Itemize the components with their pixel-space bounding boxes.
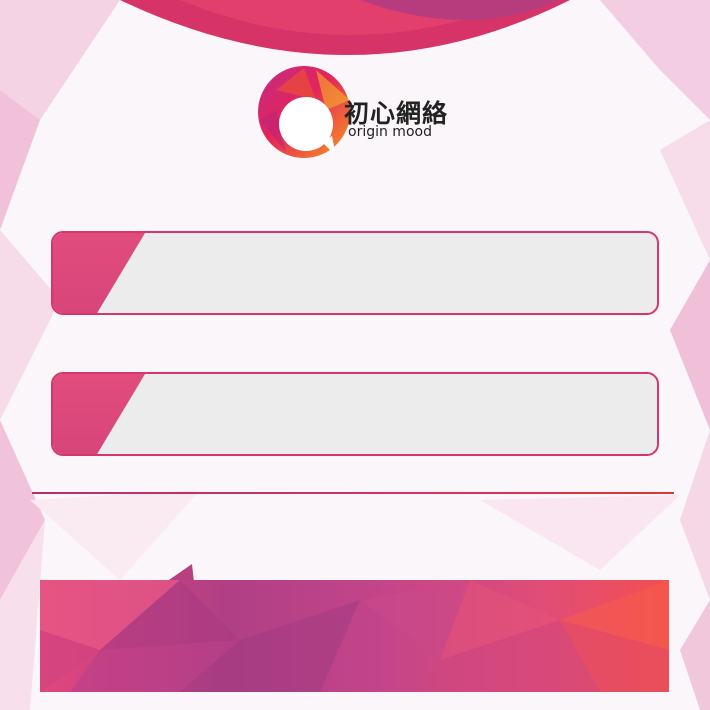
form-divider xyxy=(32,492,674,494)
speech-bubble-logo-icon xyxy=(258,66,350,158)
login-card: 初心網絡 origin mood xyxy=(0,0,710,710)
username-field-tab xyxy=(53,233,145,313)
password-field-tab xyxy=(53,374,145,454)
login-screen: 初心網絡 origin mood xyxy=(0,0,710,710)
username-field[interactable] xyxy=(51,231,659,315)
username-input[interactable] xyxy=(153,233,643,313)
login-button-label xyxy=(40,580,669,692)
brand-logo: 初心網絡 origin mood xyxy=(256,58,456,168)
brand-name-en: origin mood xyxy=(348,124,432,140)
password-input[interactable] xyxy=(153,374,643,454)
password-field[interactable] xyxy=(51,372,659,456)
login-button[interactable] xyxy=(40,580,669,692)
